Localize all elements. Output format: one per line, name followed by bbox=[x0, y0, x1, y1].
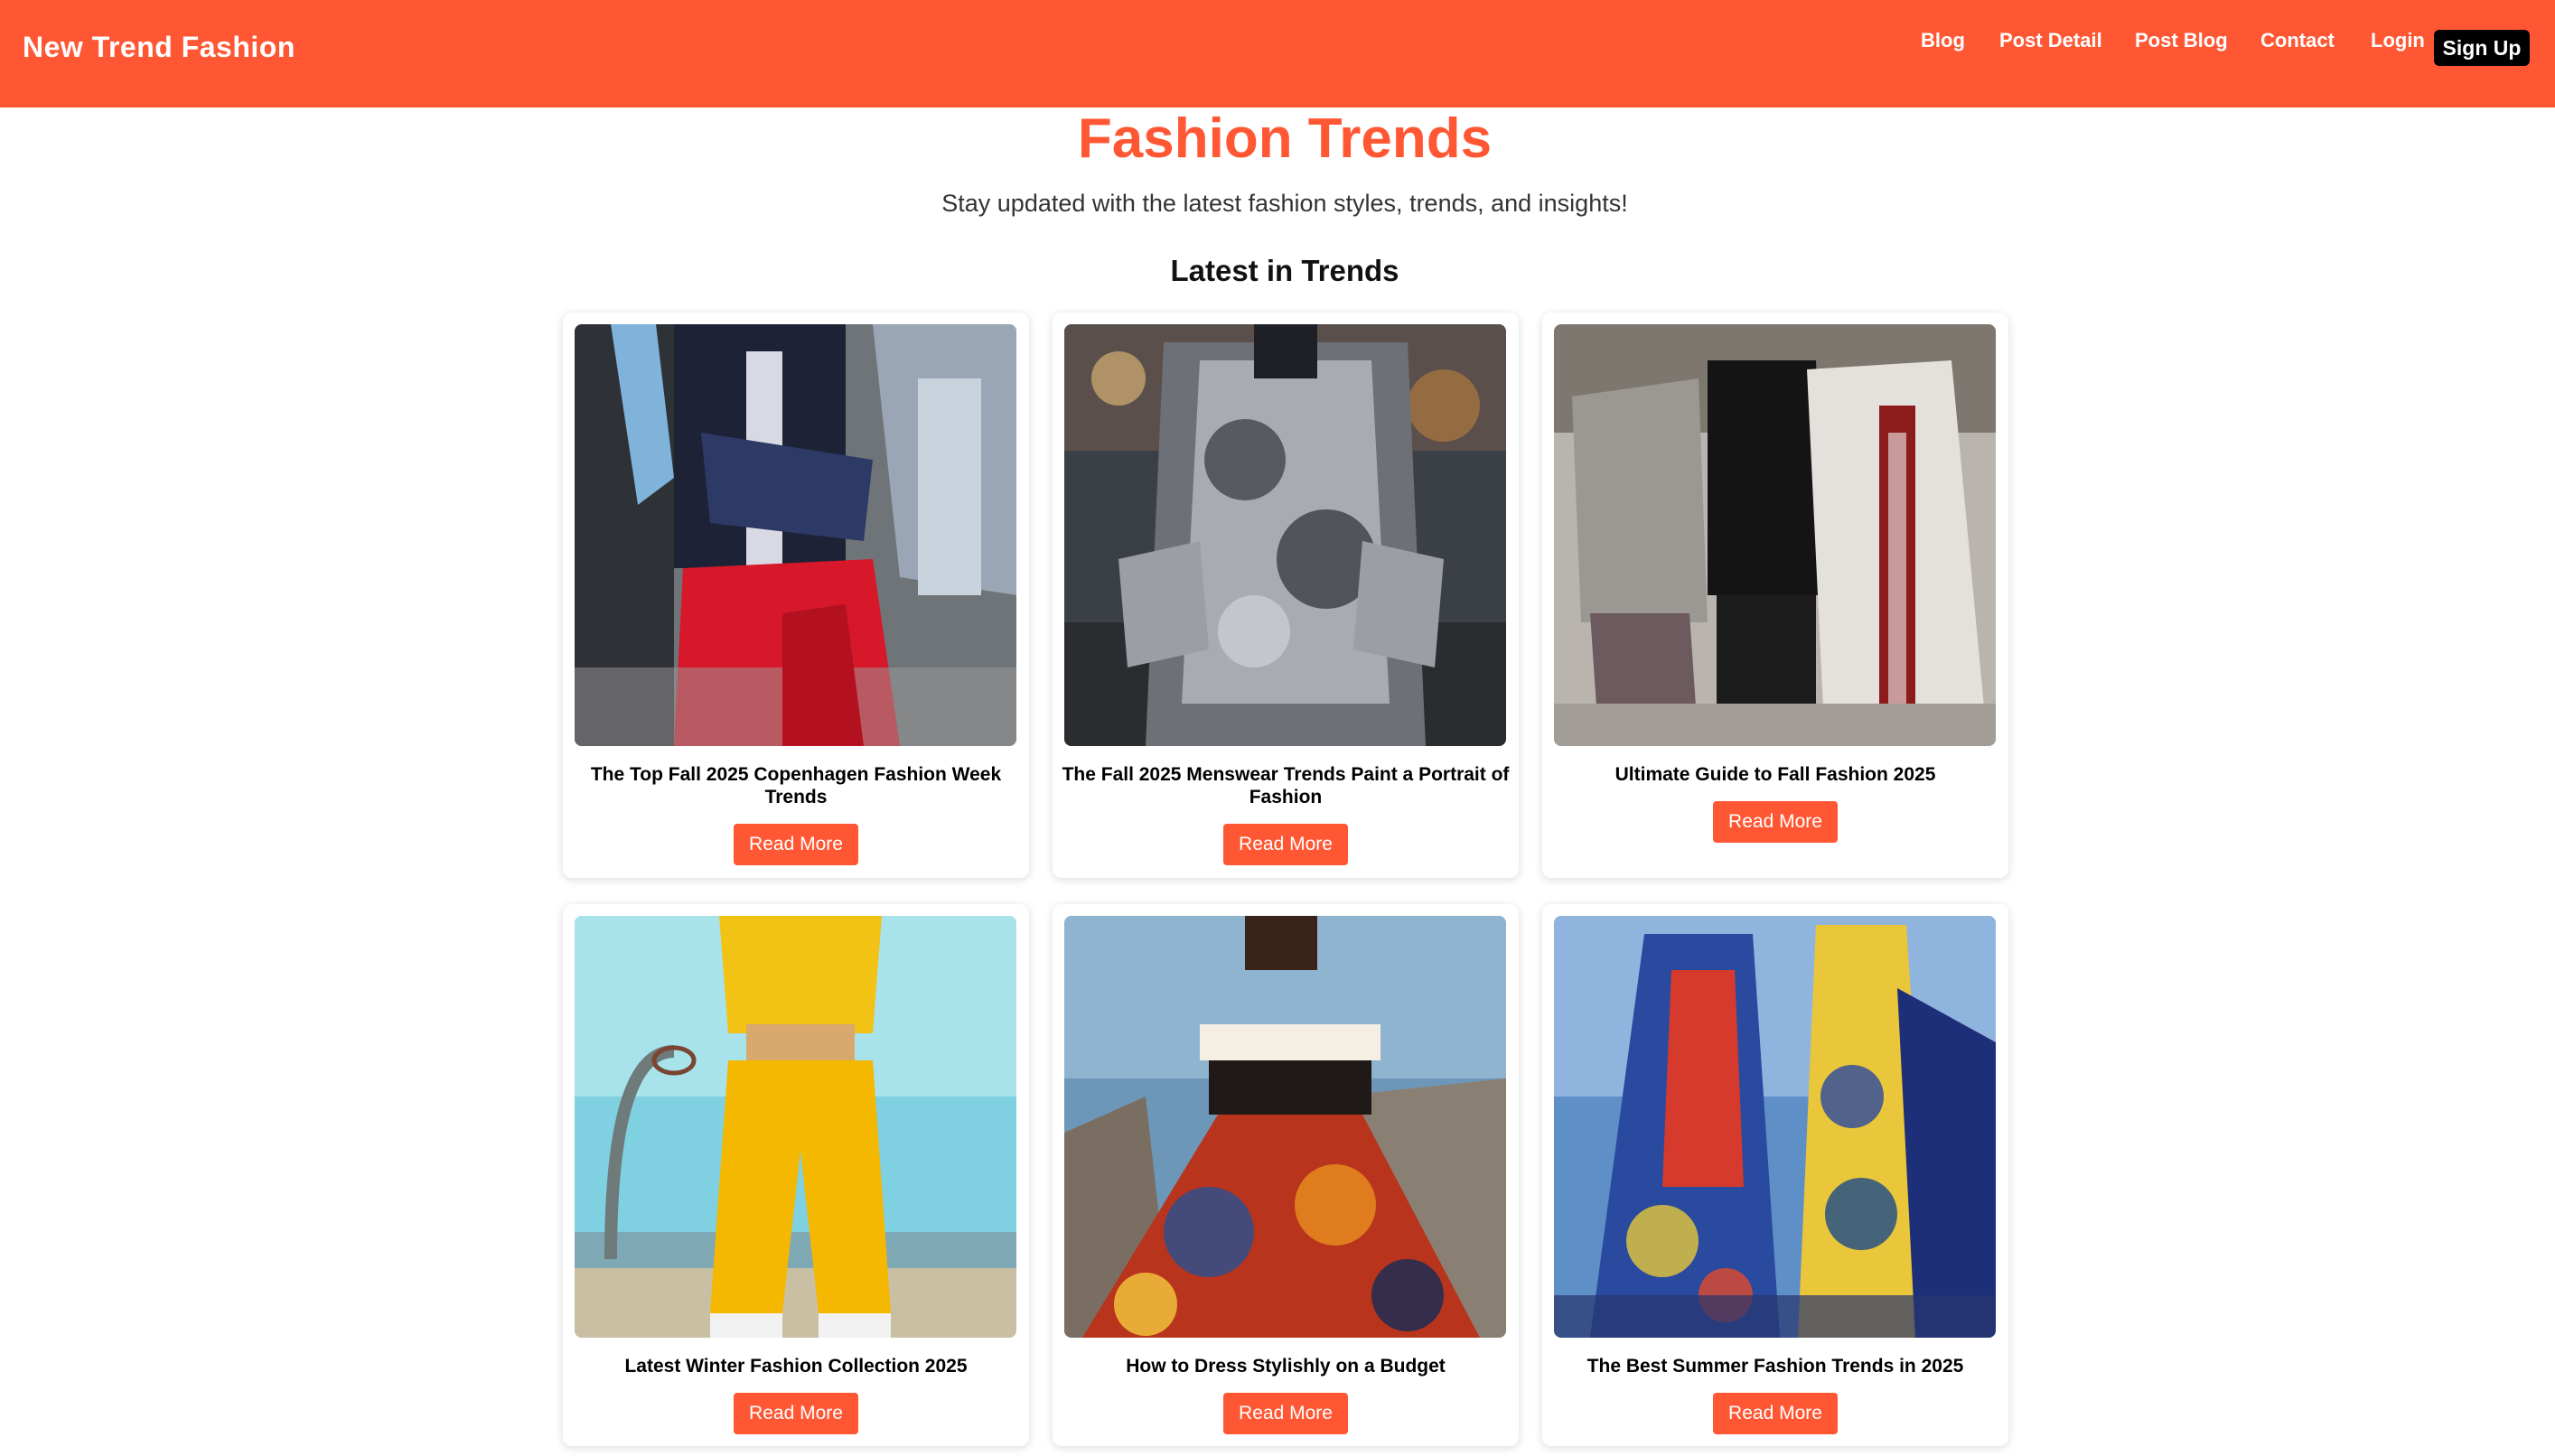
read-more-button[interactable]: Read More bbox=[1713, 1393, 1838, 1434]
read-more-button[interactable]: Read More bbox=[1223, 824, 1348, 865]
top-navbar: New Trend Fashion Blog Post Detail Post … bbox=[0, 0, 2555, 107]
post-card: Ultimate Guide to Fall Fashion 2025 Read… bbox=[1542, 313, 2008, 878]
post-card: The Top Fall 2025 Copenhagen Fashion Wee… bbox=[563, 313, 1029, 878]
read-more-button[interactable]: Read More bbox=[1223, 1393, 1348, 1434]
read-more-button[interactable]: Read More bbox=[734, 824, 858, 865]
post-title[interactable]: The Top Fall 2025 Copenhagen Fashion Wee… bbox=[572, 763, 1020, 808]
post-image[interactable] bbox=[1554, 324, 1996, 746]
read-more-button[interactable]: Read More bbox=[734, 1393, 858, 1434]
nav-post-detail-link[interactable]: Post Detail bbox=[1999, 29, 2102, 52]
post-image[interactable] bbox=[575, 916, 1016, 1338]
post-card: How to Dress Stylishly on a Budget Read … bbox=[1053, 904, 1519, 1446]
post-title[interactable]: The Best Summer Fashion Trends in 2025 bbox=[1551, 1355, 1999, 1377]
page-subtitle: Stay updated with the latest fashion sty… bbox=[941, 190, 1628, 217]
post-image[interactable] bbox=[1554, 916, 1996, 1338]
signup-button[interactable]: Sign Up bbox=[2434, 30, 2530, 66]
nav-post-blog-link[interactable]: Post Blog bbox=[2135, 29, 2228, 52]
post-card: The Fall 2025 Menswear Trends Paint a Po… bbox=[1053, 313, 1519, 878]
post-image[interactable] bbox=[575, 324, 1016, 746]
post-image[interactable] bbox=[1064, 324, 1506, 746]
post-title[interactable]: How to Dress Stylishly on a Budget bbox=[1062, 1355, 1510, 1377]
page-title: Fashion Trends bbox=[1077, 107, 1493, 170]
post-image[interactable] bbox=[1064, 916, 1506, 1338]
post-card: Latest Winter Fashion Collection 2025 Re… bbox=[563, 904, 1029, 1446]
brand-logo[interactable]: New Trend Fashion bbox=[23, 31, 295, 64]
nav-contact-link[interactable]: Contact bbox=[2260, 29, 2335, 52]
post-title[interactable]: Latest Winter Fashion Collection 2025 bbox=[572, 1355, 1020, 1377]
post-title[interactable]: The Fall 2025 Menswear Trends Paint a Po… bbox=[1062, 763, 1510, 808]
read-more-button[interactable]: Read More bbox=[1713, 801, 1838, 843]
nav-login-link[interactable]: Login bbox=[2371, 29, 2425, 52]
post-title[interactable]: Ultimate Guide to Fall Fashion 2025 bbox=[1551, 763, 1999, 786]
nav-blog-link[interactable]: Blog bbox=[1921, 29, 1965, 52]
section-title: Latest in Trends bbox=[1170, 254, 1399, 287]
post-card: The Best Summer Fashion Trends in 2025 R… bbox=[1542, 904, 2008, 1446]
